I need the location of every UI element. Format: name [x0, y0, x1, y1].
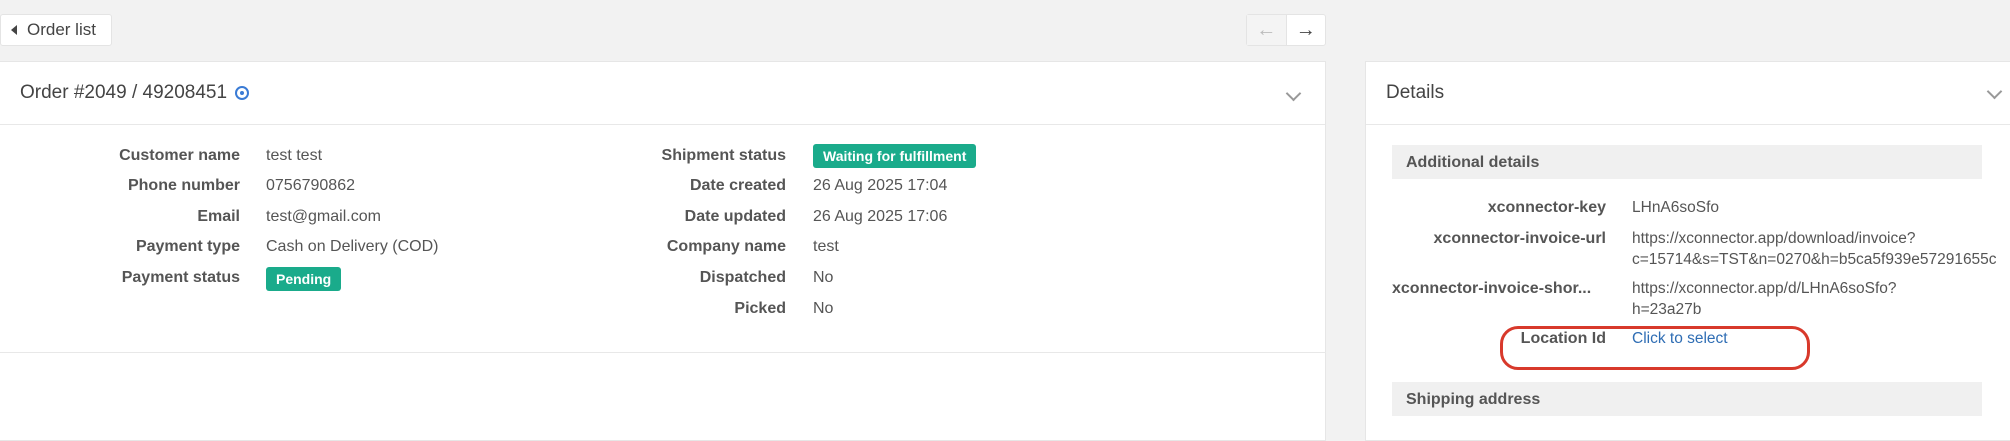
value-line: LHnA6soSfo	[1632, 199, 1720, 216]
xconnector-invoice-url-label: xconnector-invoice-url	[1433, 230, 1606, 247]
date-updated-label: Date updated	[684, 208, 786, 225]
value-line: https://xconnector.app/d/LHnA6soSfo?	[1632, 280, 1897, 297]
details-title: Details	[1386, 82, 1445, 103]
phone-number-value: 0756790862	[266, 177, 355, 194]
xconnector-invoice-short-value: https://xconnector.app/d/LHnA6soSfo? h=2…	[1632, 278, 1897, 320]
order-navigation: ← →	[1246, 14, 1326, 46]
xconnector-key-label: xconnector-key	[1487, 199, 1606, 216]
customer-name-value: test test	[266, 147, 323, 164]
phone-number-label: Phone number	[127, 177, 240, 194]
highlight-annotation	[1500, 326, 1810, 370]
dispatched-value: No	[813, 269, 834, 286]
email-value: test@gmail.com	[266, 208, 381, 225]
date-updated-value: 26 Aug 2025 17:06	[813, 208, 948, 225]
order-panel-header[interactable]: Order #2049 / 49208451	[0, 62, 1325, 125]
order-title: Order #2049 / 49208451	[20, 82, 250, 104]
details-panel-header[interactable]: Details	[1366, 62, 2010, 125]
info-icon[interactable]	[235, 86, 250, 100]
shipping-address-header: Shipping address	[1392, 382, 1982, 416]
divider	[0, 352, 1326, 353]
picked-label: Picked	[734, 300, 786, 317]
payment-status-label: Payment status	[121, 269, 240, 286]
details-panel: Details Additional details xconnector-ke…	[1365, 61, 2010, 441]
additional-details-header: Additional details	[1392, 145, 1982, 179]
customer-name-label: Customer name	[119, 147, 240, 164]
date-created-label: Date created	[689, 177, 786, 194]
caret-left-icon	[11, 25, 17, 35]
value-line: https://xconnector.app/download/invoice?	[1632, 230, 1916, 247]
chevron-down-icon[interactable]	[1986, 83, 2003, 100]
xconnector-invoice-url-value: https://xconnector.app/download/invoice?…	[1632, 228, 1997, 270]
order-list-label: Order list	[27, 20, 96, 39]
company-name-label: Company name	[666, 238, 786, 255]
order-panel: Order #2049 / 49208451 Customer name tes…	[0, 61, 1326, 441]
shipment-status-label: Shipment status	[661, 147, 786, 164]
shipment-status-badge: Waiting for fulfillment	[813, 144, 977, 168]
payment-type-label: Payment type	[135, 238, 240, 255]
xconnector-key-value: LHnA6soSfo	[1632, 197, 1719, 218]
order-list-button[interactable]: Order list	[0, 14, 112, 46]
email-label: Email	[197, 208, 240, 225]
date-created-value: 26 Aug 2025 17:04	[813, 177, 948, 194]
value-line: c=15714&s=TST&n=0270&h=b5ca5f939e5729165…	[1632, 251, 1997, 268]
chevron-down-icon[interactable]	[1285, 85, 1302, 102]
xconnector-invoice-short-label: xconnector-invoice-shor...	[1392, 280, 1592, 297]
dispatched-label: Dispatched	[699, 269, 786, 286]
previous-order-arrow-icon[interactable]: ←	[1247, 15, 1287, 45]
payment-status-badge: Pending	[266, 267, 342, 291]
company-name-value: test	[813, 238, 839, 255]
next-order-arrow-icon[interactable]: →	[1287, 15, 1326, 45]
payment-type-value: Cash on Delivery (COD)	[266, 238, 439, 255]
order-title-text: Order #2049 / 49208451	[20, 82, 228, 103]
value-line: h=23a27b	[1632, 301, 1702, 318]
picked-value: No	[813, 300, 834, 317]
